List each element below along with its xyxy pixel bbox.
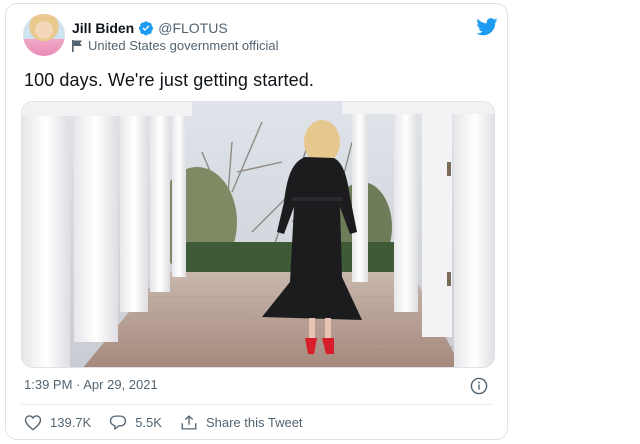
author-name[interactable]: Jill Biden	[72, 20, 134, 36]
reply-button[interactable]: 5.5K	[109, 414, 162, 431]
account-label-text: United States government official	[88, 38, 279, 53]
verified-badge-icon	[138, 20, 154, 36]
flag-icon	[72, 39, 83, 52]
speech-bubble-icon	[110, 415, 127, 431]
share-label: Share this Tweet	[205, 415, 303, 430]
reply-count: 5.5K	[135, 415, 162, 430]
author-handle[interactable]: @FLOTUS	[158, 20, 227, 36]
divider	[21, 404, 492, 405]
info-icon[interactable]	[470, 377, 488, 395]
tweet-photo[interactable]	[21, 101, 495, 368]
tweet-timestamp[interactable]: 1:39 PM · Apr 29, 2021	[24, 377, 158, 392]
tweet-text: 100 days. We're just getting started.	[24, 70, 314, 90]
action-bar: 139.7K 5.5K Share this Tweet	[24, 414, 321, 431]
author-avatar[interactable]	[23, 14, 65, 56]
share-button[interactable]: Share this Tweet	[180, 414, 303, 431]
heart-icon	[24, 415, 42, 431]
account-label: United States government official	[72, 38, 279, 53]
like-count: 139.7K	[50, 415, 92, 430]
tweet-meta: 1:39 PM · Apr 29, 2021	[24, 377, 494, 397]
twitter-bird-icon[interactable]	[476, 18, 498, 36]
share-icon	[181, 415, 197, 430]
like-button[interactable]: 139.7K	[24, 414, 91, 431]
author-row: Jill Biden @FLOTUS	[72, 18, 228, 38]
tweet-card: Jill Biden @FLOTUS United States governm…	[5, 3, 508, 440]
